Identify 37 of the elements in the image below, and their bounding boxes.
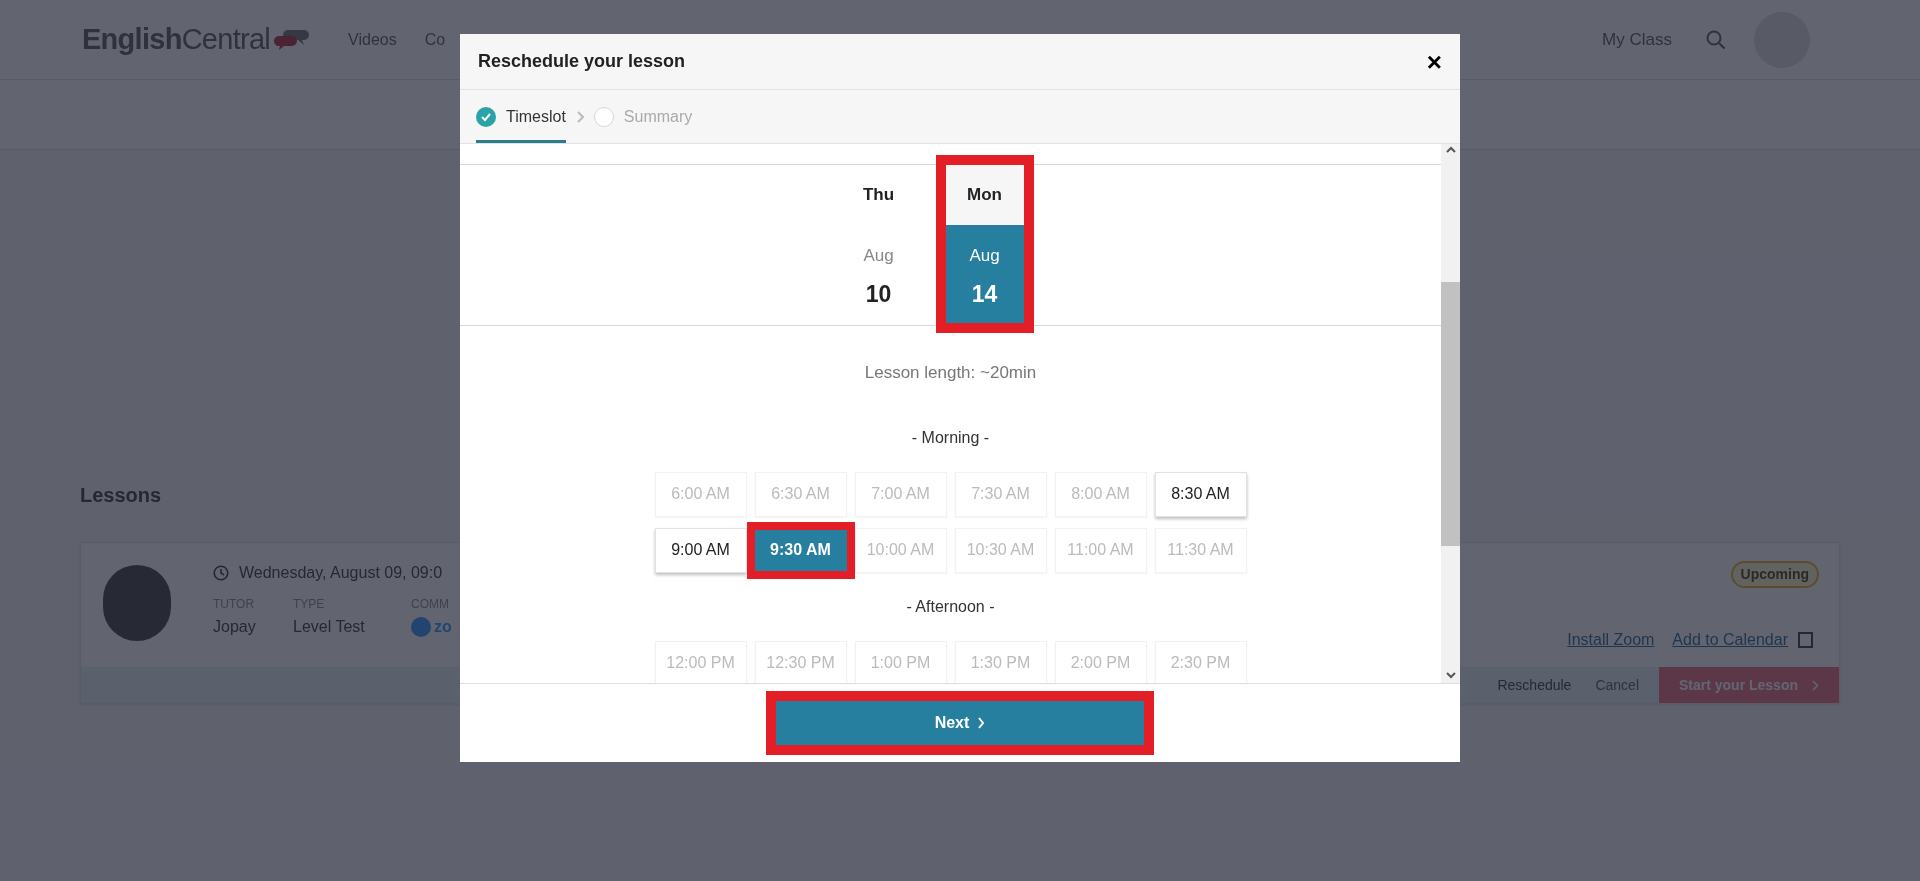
lesson-length-text: Lesson length: ~20min <box>864 362 1037 384</box>
close-button[interactable]: × <box>1426 48 1442 75</box>
time-slot-button[interactable]: 1:00 PM <box>854 640 947 683</box>
time-slot-button[interactable]: 7:30 AM <box>954 471 1047 517</box>
lesson-date: Wednesday, August 09, 09:0 <box>239 563 443 583</box>
time-slot-button[interactable]: 9:00 AM <box>654 527 747 573</box>
section-label: - Afternoon - <box>906 596 995 617</box>
field-value: Jopay <box>213 617 255 637</box>
time-slot-button[interactable]: 12:30 PM <box>754 640 847 683</box>
time-slot-button[interactable]: 2:30 PM <box>1154 640 1247 683</box>
step-tab[interactable]: Summary <box>593 90 693 143</box>
time-slot-button[interactable]: 8:30 AM <box>1154 471 1247 517</box>
section-label: - Morning - <box>911 427 990 448</box>
step-tab[interactable]: Timeslot <box>476 90 566 143</box>
next-button[interactable]: Next <box>766 691 1154 755</box>
field-value: Level Test <box>293 617 366 637</box>
dialog-title: Reschedule your lesson <box>478 50 686 73</box>
zoom-logo-text: zo <box>434 617 452 637</box>
chevron-icon <box>575 110 584 123</box>
reschedule-button[interactable]: Reschedule <box>1485 674 1584 696</box>
chevron-icon <box>977 717 986 729</box>
time-slot-button[interactable]: 2:00 PM <box>1054 640 1147 683</box>
time-slot-button[interactable]: 11:00 AM <box>1054 527 1147 573</box>
time-slot-button[interactable]: 8:00 AM <box>1054 471 1147 517</box>
scrollbar[interactable] <box>1441 144 1460 683</box>
time-slot-button[interactable]: 1:30 PM <box>954 640 1047 683</box>
time-slot-button[interactable]: 10:00 AM <box>854 527 947 573</box>
time-slot-button[interactable]: 9:30 AM <box>746 521 855 579</box>
section-heading: Lessons <box>80 483 162 508</box>
time-slot-button[interactable]: 6:00 AM <box>654 471 747 517</box>
time-slot-button[interactable]: 7:00 AM <box>854 471 947 517</box>
time-slot-button[interactable]: 6:30 AM <box>754 471 847 517</box>
time-slot-button[interactable]: 10:30 AM <box>954 527 1047 573</box>
time-slot-button[interactable]: 11:30 AM <box>1154 527 1247 573</box>
time-slot-button[interactable]: 12:00 PM <box>654 640 747 683</box>
day-column[interactable]: Thu Aug 10 <box>829 155 928 333</box>
day-column[interactable]: Mon Aug 14 <box>935 155 1034 333</box>
